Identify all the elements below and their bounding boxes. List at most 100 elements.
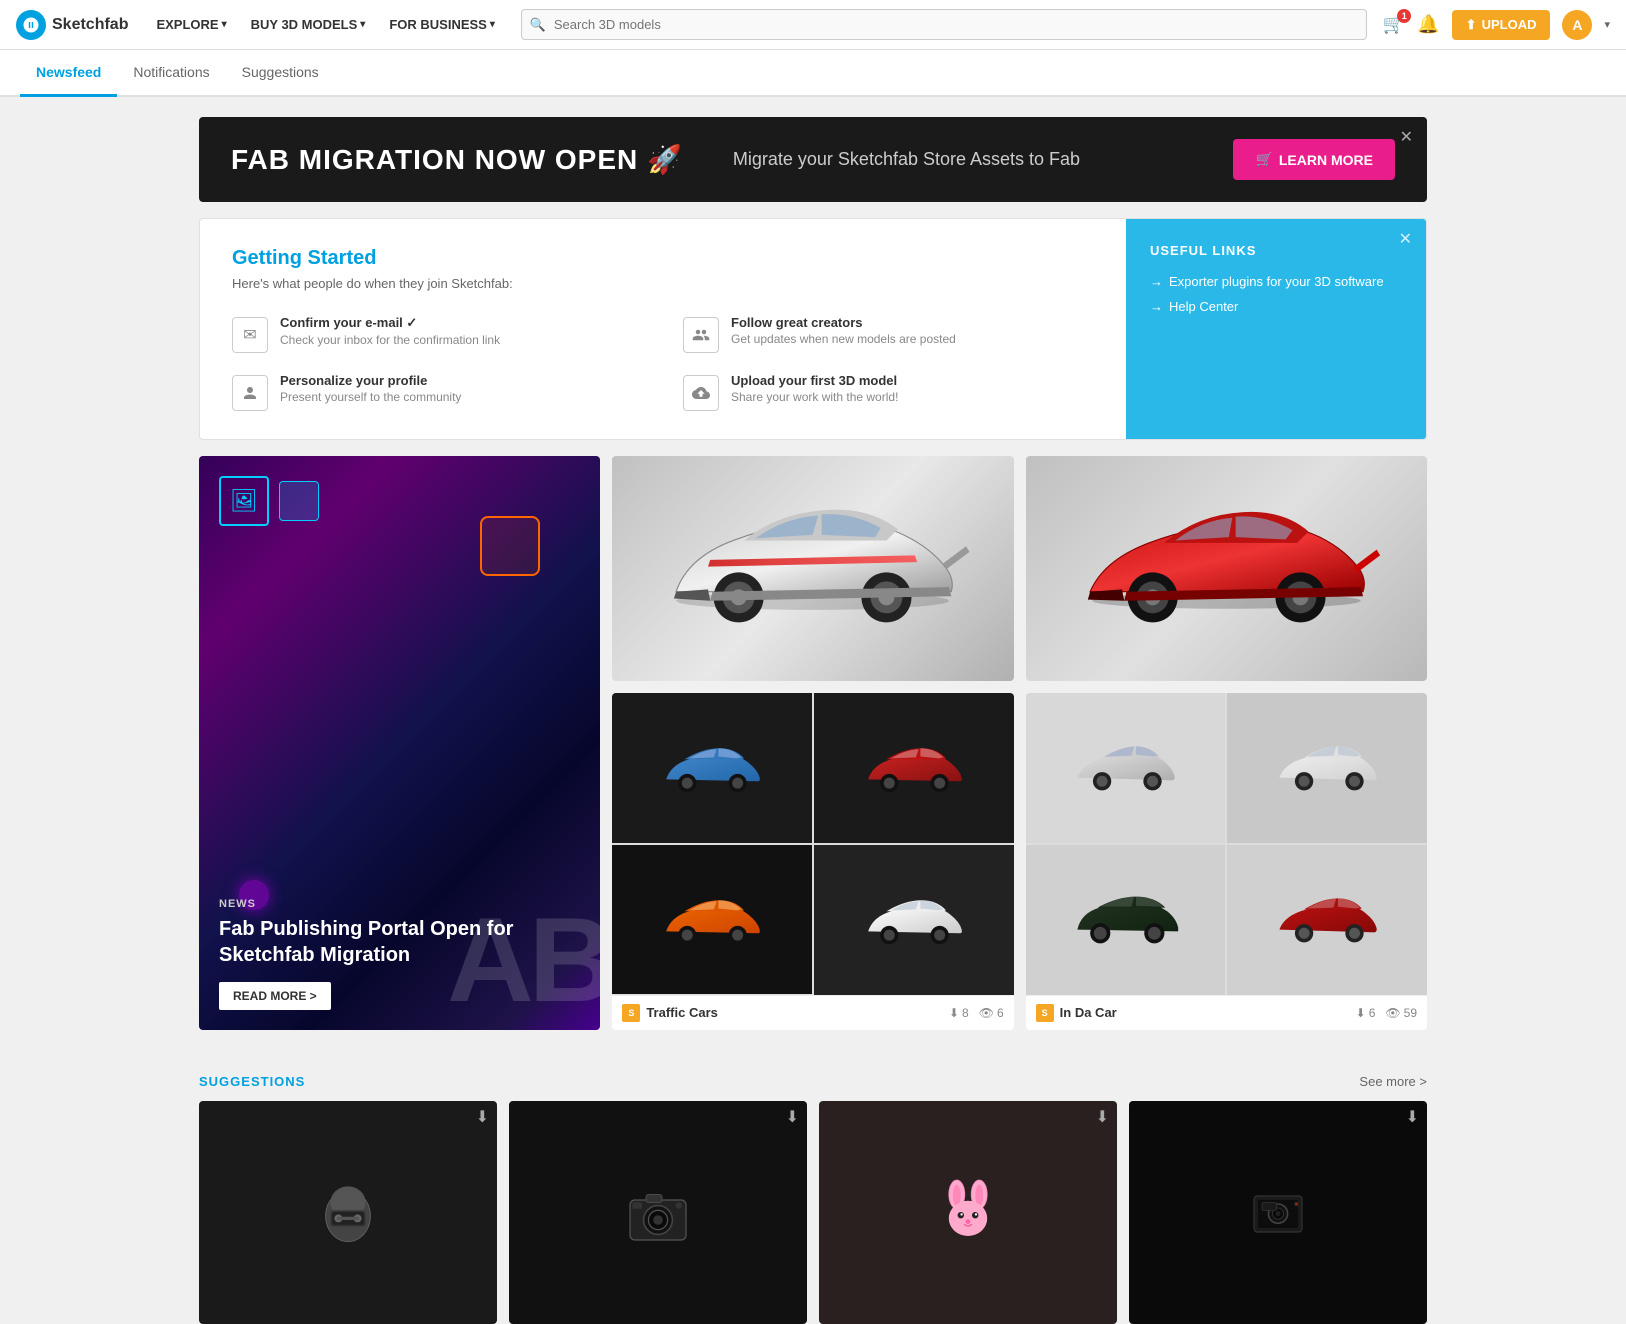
gs-item-desc: Check your inbox for the confirmation li…: [280, 333, 500, 347]
gs-item-confirm-email: ✉ Confirm your e-mail ✓ Check your inbox…: [232, 315, 643, 353]
suggestion-card-4[interactable]: ⬇: [1129, 1101, 1427, 1324]
follow-icon: [683, 317, 719, 353]
logo-icon: [16, 10, 46, 40]
chevron-down-icon: ▾: [1604, 18, 1610, 31]
traffic-cars-collection[interactable]: S Traffic Cars ⬇ 8 👁 6: [612, 693, 1013, 1030]
getting-started-items: ✉ Confirm your e-mail ✓ Check your inbox…: [232, 315, 1094, 411]
profile-icon: [232, 375, 268, 411]
tab-newsfeed[interactable]: Newsfeed: [20, 50, 117, 97]
upload-icon: ⬆: [1466, 17, 1477, 33]
collection-thumb-1: [1026, 693, 1226, 843]
getting-started-title: Getting Started: [232, 247, 1094, 270]
migration-banner: ✕ FAB MIGRATION NOW OPEN 🚀 Migrate your …: [199, 117, 1427, 202]
collection-user-icon: S: [622, 1004, 640, 1022]
collection-info: S Traffic Cars ⬇ 8 👁 6: [612, 995, 1013, 1030]
useful-link-exporter[interactable]: → Exporter plugins for your 3D software: [1150, 274, 1402, 289]
getting-started-section: Getting Started Here's what people do wh…: [199, 218, 1427, 440]
collection-grid: [612, 693, 1013, 995]
chevron-down-icon: ▾: [222, 19, 227, 30]
collection-thumb-3: [1026, 845, 1226, 995]
shopping-cart-icon: 🛒: [1255, 151, 1272, 168]
cart-badge: 1: [1397, 9, 1411, 23]
collection-thumb-3: [612, 845, 812, 995]
useful-links-panel: ✕ USEFUL LINKS → Exporter plugins for yo…: [1126, 219, 1426, 439]
gs-item-desc: Share your work with the world!: [731, 390, 898, 404]
collection-stats: ⬇ 8 👁 6: [949, 1006, 1004, 1020]
gs-item-title: Upload your first 3D model: [731, 373, 898, 388]
useful-link-help[interactable]: → Help Center: [1150, 299, 1402, 314]
view-count: 👁 6: [979, 1006, 1004, 1020]
gs-item-follow-creators: Follow great creators Get updates when n…: [683, 315, 1094, 353]
logo-text: Sketchfab: [52, 16, 128, 34]
notifications-bell[interactable]: 🔔: [1417, 14, 1439, 35]
banner-learn-more-button[interactable]: 🛒 LEARN MORE: [1233, 139, 1395, 180]
collection-user-icon: S: [1036, 1004, 1054, 1022]
suggestions-header: SUGGESTIONS See more >: [199, 1054, 1427, 1101]
collection-name: In Da Car: [1060, 1005, 1117, 1020]
ferrari-thumbnail: [1026, 456, 1427, 681]
collection-thumb-4: [814, 845, 1014, 995]
news-read-more-button[interactable]: READ MORE >: [219, 982, 331, 1010]
banner-subtitle: Migrate your Sketchfab Store Assets to F…: [733, 149, 1080, 170]
suggestions-grid: ⬇ ⬇: [199, 1101, 1427, 1324]
search-input[interactable]: [521, 9, 1367, 40]
useful-links-close-button[interactable]: ✕: [1399, 229, 1412, 249]
gs-item-personalize: Personalize your profile Present yoursel…: [232, 373, 643, 411]
cart-button[interactable]: 🛒 1: [1383, 14, 1405, 35]
collection-stats: ⬇ 6 👁 59: [1356, 1006, 1417, 1020]
download-icon[interactable]: ⬇: [1096, 1107, 1109, 1127]
chevron-down-icon: ▾: [360, 19, 365, 30]
nav-links: EXPLORE ▾ BUY 3D MODELS ▾ FOR BUSINESS ▾: [146, 11, 504, 38]
search-bar: 🔍: [521, 9, 1367, 40]
news-background: AB 🖼 NEWS Fab Publishing Portal Open for…: [199, 456, 600, 1030]
download-icon[interactable]: ⬇: [1406, 1107, 1419, 1127]
tabs-bar: Newsfeed Notifications Suggestions: [0, 50, 1626, 97]
getting-started-subtitle: Here's what people do when they join Ske…: [232, 276, 1094, 291]
collection-thumb-2: [814, 693, 1014, 843]
download-icon[interactable]: ⬇: [786, 1107, 799, 1127]
collection-info: S In Da Car ⬇ 6 👁 59: [1026, 995, 1427, 1030]
avatar[interactable]: A: [1562, 10, 1592, 40]
email-icon: ✉: [232, 317, 268, 353]
suggestions-title: SUGGESTIONS: [199, 1074, 305, 1089]
logo[interactable]: Sketchfab: [16, 10, 128, 40]
banner-left: FAB MIGRATION NOW OPEN 🚀 Migrate your Sk…: [231, 143, 1080, 176]
tab-notifications[interactable]: Notifications: [117, 50, 225, 97]
eye-icon: 👁: [979, 1006, 994, 1020]
navbar: Sketchfab EXPLORE ▾ BUY 3D MODELS ▾ FOR …: [0, 0, 1626, 50]
collection-grid: [1026, 693, 1427, 995]
news-title: Fab Publishing Portal Open for Sketchfab…: [219, 916, 580, 968]
nav-actions: 🛒 1 🔔 ⬆ UPLOAD A ▾: [1383, 10, 1610, 40]
download-icon: ⬇: [949, 1006, 959, 1020]
news-tag: NEWS: [219, 898, 580, 910]
download-icon[interactable]: ⬇: [476, 1107, 489, 1127]
nav-business[interactable]: FOR BUSINESS ▾: [379, 11, 505, 38]
upload-button[interactable]: ⬆ UPLOAD: [1452, 10, 1551, 40]
news-card[interactable]: AB 🖼 NEWS Fab Publishing Portal Open for…: [199, 456, 600, 1030]
banner-close-button[interactable]: ✕: [1400, 127, 1413, 147]
download-count: ⬇ 6: [1356, 1006, 1376, 1020]
gs-item-desc: Present yourself to the community: [280, 390, 461, 404]
download-count: ⬇ 8: [949, 1006, 969, 1020]
suggestion-card-3[interactable]: ⬇: [819, 1101, 1117, 1324]
ferrari-model-card[interactable]: S Ferari Xezri 👁 510 💬 2 ☆: [1026, 456, 1427, 681]
chevron-down-icon: ▾: [490, 19, 495, 30]
eye-icon: 👁: [1385, 1006, 1400, 1020]
search-icon: 🔍: [530, 17, 546, 33]
apollo-model-card[interactable]: S Apollo Project Evo 👁 1.6k 💬 6: [612, 456, 1013, 681]
nav-buy[interactable]: BUY 3D MODELS ▾: [241, 11, 376, 38]
download-icon: ⬇: [1356, 1006, 1366, 1020]
nav-explore[interactable]: EXPLORE ▾: [146, 11, 236, 38]
gs-item-title: Follow great creators: [731, 315, 956, 330]
suggestion-card-2[interactable]: ⬇: [509, 1101, 807, 1324]
suggestion-card-1[interactable]: ⬇: [199, 1101, 497, 1324]
see-more-link[interactable]: See more >: [1359, 1074, 1427, 1089]
in-da-car-collection[interactable]: S In Da Car ⬇ 6 👁 59: [1026, 693, 1427, 1030]
gs-item-desc: Get updates when new models are posted: [731, 332, 956, 346]
collection-thumb-1: [612, 693, 812, 843]
view-count: 👁 59: [1385, 1006, 1417, 1020]
getting-started-main: Getting Started Here's what people do wh…: [200, 219, 1126, 439]
main-content: ✕ FAB MIGRATION NOW OPEN 🚀 Migrate your …: [183, 117, 1443, 1324]
collection-name: Traffic Cars: [646, 1005, 718, 1020]
tab-suggestions[interactable]: Suggestions: [226, 50, 335, 97]
